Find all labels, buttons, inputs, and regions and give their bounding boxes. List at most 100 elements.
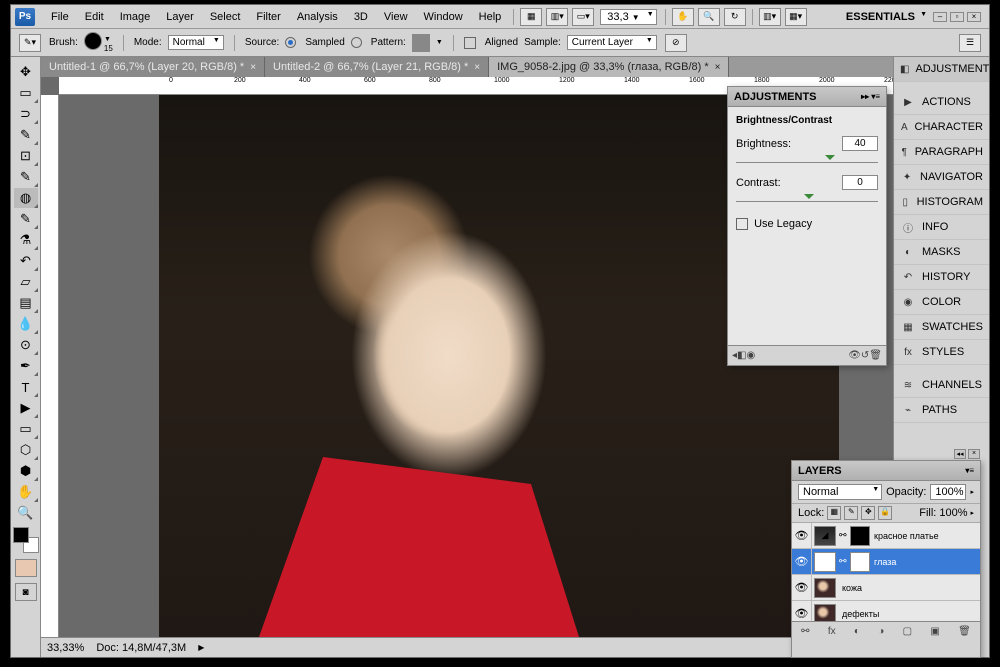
- layer-row[interactable]: 👁 кожа: [792, 575, 980, 601]
- screen-mode-icon[interactable]: ▭▾: [572, 8, 594, 26]
- lasso-tool[interactable]: ⊃: [14, 104, 38, 124]
- visibility-toggle[interactable]: 👁: [792, 601, 812, 621]
- menu-layer[interactable]: Layer: [158, 11, 202, 23]
- doc-tab-2[interactable]: Untitled-2 @ 66,7% (Layer 21, RGB/8) *×: [265, 57, 489, 77]
- ignore-adjustment-icon[interactable]: ⊘: [665, 34, 687, 52]
- visibility-toggle[interactable]: 👁: [792, 575, 812, 600]
- reset-icon[interactable]: ↺: [861, 350, 869, 361]
- close-button[interactable]: ×: [967, 12, 981, 22]
- brush-preset-picker[interactable]: [84, 32, 102, 50]
- close-icon[interactable]: ×: [474, 62, 480, 73]
- panel-menu-icon[interactable]: ▾≡: [965, 466, 974, 475]
- menu-window[interactable]: Window: [416, 11, 471, 23]
- close-icon[interactable]: ×: [715, 62, 721, 73]
- layer-fx-icon[interactable]: fx: [828, 626, 836, 637]
- brush-tool[interactable]: ✎: [14, 209, 38, 229]
- brightness-input[interactable]: 40: [842, 136, 878, 151]
- arrange-docs-icon[interactable]: ▥▾: [546, 8, 568, 26]
- path-select-tool[interactable]: ▶: [14, 398, 38, 418]
- tab-character[interactable]: ACHARACTER: [894, 115, 989, 140]
- tool-preset-icon[interactable]: ✎▾: [19, 34, 41, 52]
- fill-input[interactable]: 100%: [939, 507, 967, 519]
- doc-tab-3[interactable]: IMG_9058-2.jpg @ 33,3% (глаза, RGB/8) *×: [489, 57, 729, 77]
- lock-position-icon[interactable]: ✥: [861, 506, 875, 520]
- add-mask-icon[interactable]: ◐: [854, 626, 860, 637]
- dodge-tool[interactable]: ⊙: [14, 335, 38, 355]
- aligned-checkbox[interactable]: [464, 37, 476, 49]
- type-tool[interactable]: T: [14, 377, 38, 397]
- pattern-radio[interactable]: [351, 37, 362, 48]
- launch-bridge-icon[interactable]: ▦: [520, 8, 542, 26]
- tab-styles[interactable]: fxSTYLES: [894, 340, 989, 365]
- tab-histogram[interactable]: ▯HISTOGRAM: [894, 190, 989, 215]
- quick-mask-button[interactable]: ◙: [15, 583, 37, 601]
- mask-thumbnail[interactable]: [850, 526, 870, 546]
- blend-mode-dropdown[interactable]: Normal: [168, 35, 224, 50]
- use-legacy-checkbox[interactable]: [736, 218, 748, 230]
- menu-edit[interactable]: Edit: [77, 11, 112, 23]
- hand-tool-icon[interactable]: ✋: [672, 8, 694, 26]
- close-panel-icon[interactable]: ×: [968, 449, 980, 459]
- status-zoom[interactable]: 33,33%: [47, 642, 84, 654]
- tab-adjustments[interactable]: ◧ADJUSTMENTS: [894, 57, 989, 82]
- delete-layer-icon[interactable]: 🗑: [958, 626, 971, 637]
- layer-row[interactable]: 👁 ☀ ⚯ глаза: [792, 549, 980, 575]
- zoom-level-dropdown[interactable]: 33,3 ▼: [600, 9, 656, 25]
- lock-pixels-icon[interactable]: ✎: [844, 506, 858, 520]
- quick-select-tool[interactable]: ✎: [14, 125, 38, 145]
- tab-navigator[interactable]: ✦NAVIGATOR: [894, 165, 989, 190]
- layer-thumbnail[interactable]: ◢: [814, 526, 836, 546]
- tab-swatches[interactable]: ▦SWATCHES: [894, 315, 989, 340]
- tab-info[interactable]: ⓘINFO: [894, 215, 989, 240]
- pattern-swatch[interactable]: [412, 34, 430, 52]
- healing-brush-tool[interactable]: ◍: [14, 188, 38, 208]
- extras-icon[interactable]: ▦▾: [785, 8, 807, 26]
- eye-icon[interactable]: 👁: [848, 350, 861, 361]
- zoom-tool-icon[interactable]: 🔍: [698, 8, 720, 26]
- visibility-toggle[interactable]: 👁: [792, 549, 812, 574]
- layer-thumbnail[interactable]: [814, 604, 836, 622]
- layer-thumbnail[interactable]: ☀: [814, 552, 836, 572]
- new-group-icon[interactable]: ▢: [903, 626, 912, 637]
- status-doc-size[interactable]: Doc: 14,8M/47,3M: [96, 642, 186, 654]
- link-icon[interactable]: ⚯: [839, 556, 849, 567]
- rotate-view-icon[interactable]: ↻: [724, 8, 746, 26]
- contrast-slider[interactable]: [736, 192, 878, 202]
- layer-row[interactable]: 👁 дефекты: [792, 601, 980, 621]
- expand-icon[interactable]: ◧: [737, 350, 746, 361]
- doc-tab-1[interactable]: Untitled-1 @ 66,7% (Layer 20, RGB/8) *×: [41, 57, 265, 77]
- layer-name[interactable]: дефекты: [838, 609, 879, 619]
- layer-thumbnail[interactable]: [814, 578, 836, 598]
- shape-tool[interactable]: ▭: [14, 419, 38, 439]
- history-brush-tool[interactable]: ↶: [14, 251, 38, 271]
- brightness-slider[interactable]: [736, 153, 878, 163]
- layer-name[interactable]: глаза: [870, 557, 896, 567]
- lock-all-icon[interactable]: 🔒: [878, 506, 892, 520]
- maximize-button[interactable]: ▫: [950, 12, 964, 22]
- color-swatches[interactable]: [13, 527, 39, 553]
- toggle-panels-icon[interactable]: ☰: [959, 34, 981, 52]
- menu-filter[interactable]: Filter: [248, 11, 288, 23]
- foreground-color[interactable]: [13, 527, 29, 543]
- tab-paths[interactable]: ⌁PATHS: [894, 398, 989, 423]
- minimize-button[interactable]: –: [933, 12, 947, 22]
- layer-name[interactable]: красное платье: [870, 531, 939, 541]
- new-layer-icon[interactable]: ▣: [930, 626, 939, 637]
- 3d-camera-tool[interactable]: ⬢: [14, 461, 38, 481]
- tab-actions[interactable]: ▶ACTIONS: [894, 90, 989, 115]
- menu-3d[interactable]: 3D: [346, 11, 376, 23]
- zoom-tool[interactable]: 🔍: [14, 503, 38, 523]
- link-layers-icon[interactable]: ⚯: [801, 626, 809, 637]
- blur-tool[interactable]: 💧: [14, 314, 38, 334]
- vertical-ruler[interactable]: [41, 95, 59, 637]
- eyedropper-tool[interactable]: ✎: [14, 167, 38, 187]
- gradient-tool[interactable]: ▤: [14, 293, 38, 313]
- sample-dropdown[interactable]: Current Layer: [567, 35, 657, 50]
- 3d-tool[interactable]: ⬡: [14, 440, 38, 460]
- hand-tool[interactable]: ✋: [14, 482, 38, 502]
- lock-transparency-icon[interactable]: ▦: [827, 506, 841, 520]
- layers-panel-header[interactable]: LAYERS ▾≡: [792, 461, 980, 481]
- panel-menu-icon[interactable]: ▸▸ ▾≡: [861, 92, 880, 101]
- menu-analysis[interactable]: Analysis: [289, 11, 346, 23]
- clip-icon[interactable]: ◉: [746, 350, 755, 361]
